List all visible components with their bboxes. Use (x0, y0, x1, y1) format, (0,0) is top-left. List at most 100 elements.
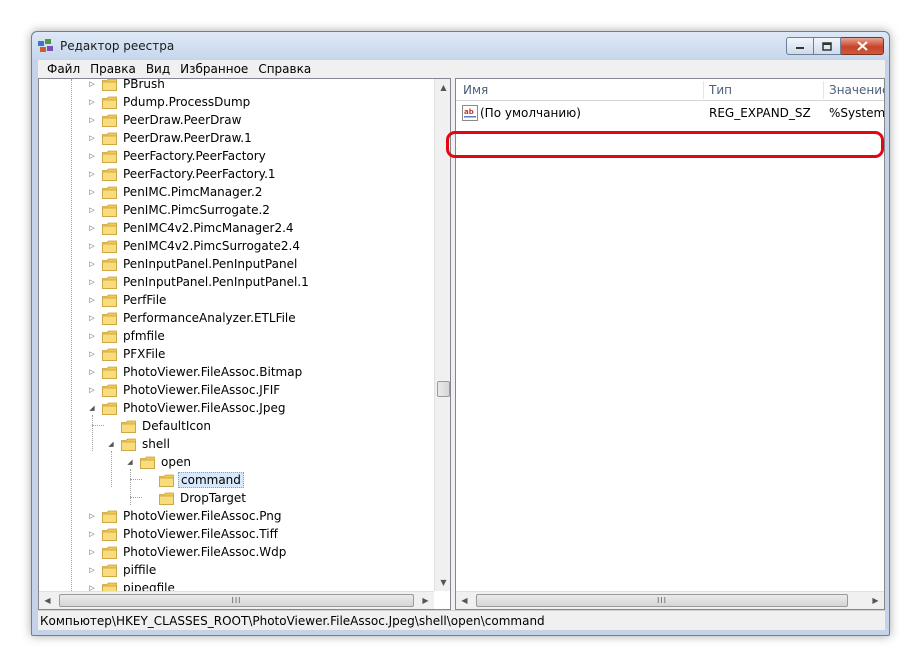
tree-item[interactable]: ▷ PBrush (87, 79, 167, 93)
expand-arrow-icon[interactable]: ▷ (87, 349, 97, 359)
scroll-up-arrow-icon[interactable]: ▲ (435, 79, 450, 96)
folder-icon (102, 222, 117, 235)
tree-item[interactable]: ▷ PenIMC.PimcManager.2 (87, 183, 264, 201)
tree-item[interactable]: ▷ PhotoViewer.FileAssoc.Tiff (87, 525, 280, 543)
scroll-right-arrow-icon[interactable]: ▶ (417, 592, 434, 609)
tree-item[interactable]: ▷ PeerFactory.PeerFactory (87, 147, 268, 165)
values-list-pane[interactable]: Имя Тип Значение ab (По умолчанию) REG_E… (455, 78, 885, 610)
expand-arrow-icon[interactable]: ▷ (87, 583, 97, 591)
tree-vertical-scroll-thumb[interactable] (437, 381, 450, 397)
tree-item[interactable]: ▷ pfmfile (87, 327, 167, 345)
expand-arrow-icon[interactable]: ▷ (87, 547, 97, 557)
close-button[interactable] (841, 37, 884, 55)
list-row-default-value[interactable]: ab (По умолчанию) REG_EXPAND_SZ %SystemR… (456, 105, 884, 123)
expand-arrow-icon[interactable]: ▷ (87, 223, 97, 233)
folder-icon (102, 546, 117, 559)
collapse-arrow-icon[interactable]: ◢ (87, 403, 97, 413)
expand-arrow-icon[interactable]: ▷ (87, 79, 97, 89)
folder-icon (102, 204, 117, 217)
maximize-button[interactable] (814, 37, 841, 55)
expand-arrow-icon[interactable]: ▷ (87, 241, 97, 251)
menu-help[interactable]: Справка (253, 62, 316, 76)
title-bar[interactable]: Редактор реестра (32, 32, 889, 60)
folder-icon (102, 240, 117, 253)
list-horizontal-scrollbar[interactable]: ◀ III ▶ (456, 591, 884, 609)
tree-item[interactable]: ▷ PerfFile (87, 291, 168, 309)
expand-arrow-icon[interactable]: ▷ (87, 367, 97, 377)
expand-arrow-icon[interactable]: ▷ (87, 511, 97, 521)
scroll-right-arrow-icon[interactable]: ▶ (867, 592, 884, 609)
scroll-left-arrow-icon[interactable]: ◀ (456, 592, 473, 609)
column-divider[interactable] (703, 81, 704, 99)
menu-edit[interactable]: Правка (85, 62, 141, 76)
tree-item[interactable]: ▷ pjpegfile (87, 579, 177, 591)
tree-item[interactable]: ◢ open (125, 453, 193, 471)
tree-item[interactable]: ▷ PhotoViewer.FileAssoc.Bitmap (87, 363, 304, 381)
client-area: ▷ PBrush ▷ Pdump.ProcessDump ▷ PeerDraw.PeerD… (38, 78, 885, 630)
tree-item[interactable]: ▷ PeerDraw.PeerDraw (87, 111, 243, 129)
expand-arrow-icon[interactable]: ▷ (87, 151, 97, 161)
expand-arrow-icon[interactable]: ▷ (87, 313, 97, 323)
tree-item[interactable]: ▷ piffile (87, 561, 158, 579)
tree-item[interactable]: ▷ PhotoViewer.FileAssoc.JFIF (87, 381, 282, 399)
tree-item-label: PhotoViewer.FileAssoc.Bitmap (123, 365, 303, 379)
expand-arrow-icon[interactable]: ▷ (87, 133, 97, 143)
collapse-arrow-icon[interactable]: ◢ (106, 439, 116, 449)
expand-arrow-icon[interactable]: ▷ (87, 565, 97, 575)
expand-arrow-icon[interactable]: ▷ (87, 295, 97, 305)
expand-arrow-icon[interactable]: ▷ (87, 277, 97, 287)
status-path: Компьютер\HKEY_CLASSES_ROOT\PhotoViewer.… (40, 613, 545, 628)
minimize-button[interactable] (786, 37, 814, 55)
tree-item-label: DropTarget (180, 491, 246, 505)
menu-file[interactable]: Файл (42, 62, 85, 76)
column-header-value[interactable]: Значение (829, 83, 884, 97)
tree-item[interactable]: ◢ shell (106, 435, 172, 453)
tree-item[interactable]: ▷ PeerFactory.PeerFactory.1 (87, 165, 278, 183)
tree-item[interactable]: DefaultIcon (106, 417, 213, 435)
folder-icon (102, 150, 117, 163)
folder-icon (102, 168, 117, 181)
scroll-left-arrow-icon[interactable]: ◀ (39, 592, 56, 609)
registry-tree-pane[interactable]: ▷ PBrush ▷ Pdump.ProcessDump ▷ PeerDraw.PeerD… (38, 78, 451, 610)
expand-arrow-icon[interactable]: ▷ (87, 97, 97, 107)
menu-view[interactable]: Вид (141, 62, 175, 76)
expand-arrow-icon[interactable]: ▷ (87, 115, 97, 125)
tree-item[interactable]: ▷ PenIMC4v2.PimcSurrogate2.4 (87, 237, 302, 255)
column-divider[interactable] (823, 81, 824, 99)
list-header: Имя Тип Значение (456, 79, 884, 101)
tree-item-label: PenIMC4v2.PimcSurrogate2.4 (123, 239, 300, 253)
expand-arrow-icon[interactable]: ▷ (87, 331, 97, 341)
expand-arrow-icon[interactable]: ▷ (87, 529, 97, 539)
tree-item[interactable]: ▷ PenIMC4v2.PimcManager2.4 (87, 219, 296, 237)
scroll-down-arrow-icon[interactable]: ▼ (435, 574, 450, 591)
folder-icon (102, 132, 117, 145)
tree-item[interactable]: ▷ PhotoViewer.FileAssoc.Png (87, 507, 284, 525)
tree-item[interactable]: ▷ PenInputPanel.PenInputPanel (87, 255, 299, 273)
tree-item-label: PerfFile (123, 293, 167, 307)
tree-item[interactable]: ▷ PFXFile (87, 345, 167, 363)
expand-arrow-icon[interactable]: ▷ (87, 259, 97, 269)
tree-item[interactable]: ▷ Pdump.ProcessDump (87, 93, 252, 111)
expand-arrow-icon[interactable]: ▷ (87, 385, 97, 395)
tree-item[interactable]: ▷ PerformanceAnalyzer.ETLFile (87, 309, 298, 327)
menu-favorites[interactable]: Избранное (175, 62, 253, 76)
tree-item[interactable]: ▷ PenInputPanel.PenInputPanel.1 (87, 273, 311, 291)
collapse-arrow-icon[interactable]: ◢ (125, 457, 135, 467)
tree-item-label: PhotoViewer.FileAssoc.Wdp (123, 545, 287, 559)
expand-arrow-icon[interactable]: ▷ (87, 205, 97, 215)
tree-item[interactable]: ◢ PhotoViewer.FileAssoc.Jpeg (87, 399, 287, 417)
column-header-name[interactable]: Имя (463, 83, 488, 97)
tree-horizontal-scroll-thumb[interactable]: III (59, 594, 414, 607)
expand-arrow-icon[interactable]: ▷ (87, 187, 97, 197)
tree-vertical-scrollbar[interactable]: ▲ ▼ (434, 79, 450, 591)
tree-item[interactable]: DropTarget (144, 489, 248, 507)
tree-item[interactable]: ▷ PenIMC.PimcSurrogate.2 (87, 201, 272, 219)
tree-item[interactable]: ▷ PhotoViewer.FileAssoc.Wdp (87, 543, 288, 561)
expand-arrow-icon[interactable]: ▷ (87, 169, 97, 179)
tree-item[interactable]: ▷ PeerDraw.PeerDraw.1 (87, 129, 254, 147)
tree-item[interactable]: command (144, 471, 244, 489)
list-horizontal-scroll-thumb[interactable]: III (476, 594, 848, 607)
tree-item-label: PerformanceAnalyzer.ETLFile (123, 311, 296, 325)
column-header-type[interactable]: Тип (709, 83, 732, 97)
tree-horizontal-scrollbar[interactable]: ◀ III ▶ (39, 591, 434, 609)
